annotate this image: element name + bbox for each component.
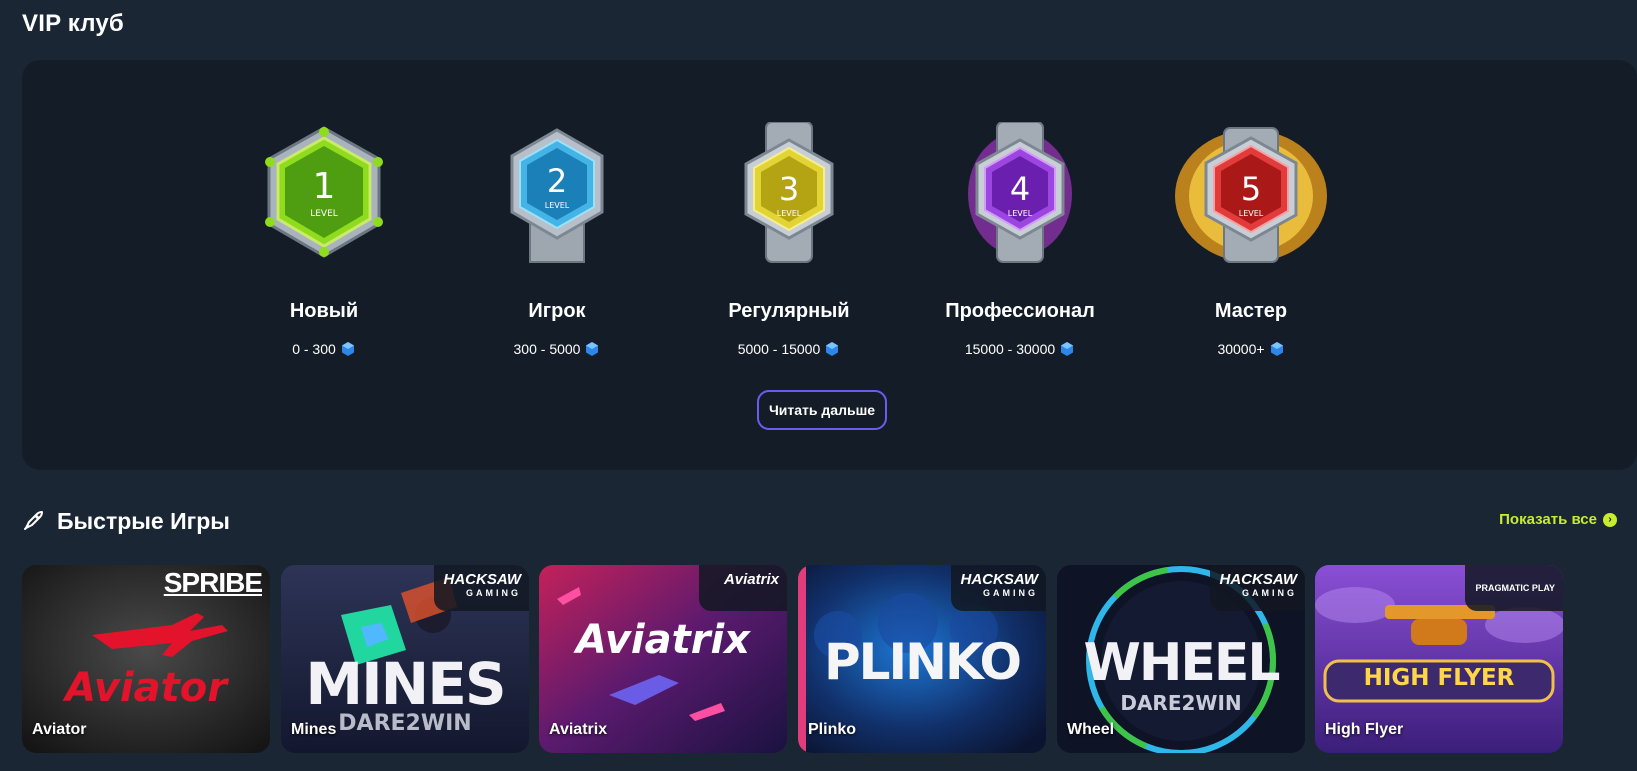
svg-text:LEVEL: LEVEL (545, 201, 570, 210)
level-4-range: 15000 - 30000 (965, 341, 1075, 357)
vip-level-2: 2 LEVEL Игрок 300 - 5000 (437, 122, 677, 357)
game-name: Aviatrix (549, 721, 608, 738)
vip-club-title: VIP клуб (22, 10, 124, 37)
quick-games-title: Быстрые Игры (57, 508, 230, 534)
vip-level-4: 4 LEVEL Профессионал 15000 - 30000 (900, 122, 1140, 357)
gem-icon (826, 342, 839, 356)
game-card-wheel[interactable]: WHEEL DARE2WIN HACKSAW GAMING Wheel (1057, 565, 1305, 753)
level-1-range-text: 0 - 300 (292, 341, 336, 357)
level-5-range: 30000+ (1217, 341, 1284, 357)
level-4-name: Профессионал (945, 300, 1095, 322)
provider-logo-spribe: SPRIBE (163, 567, 263, 598)
level-1-badge-icon: 1 LEVEL (265, 126, 383, 258)
svg-text:2: 2 (547, 162, 567, 200)
game-name: Aviator (32, 721, 87, 738)
gem-icon (586, 342, 599, 356)
gem-icon (1270, 342, 1283, 356)
provider-logo-hacksaw: HACKSAW GAMING (950, 565, 1046, 611)
level-2-name: Игрок (528, 300, 586, 322)
quick-games-list: Aviator SPRIBE Aviator MINES DARE2WIN HA… (22, 565, 1637, 755)
provider-logo-hacksaw: HACKSAW GAMING (433, 565, 529, 611)
svg-text:4: 4 (1010, 170, 1030, 208)
high-flyer-logo: HIGH FLYER (1363, 665, 1515, 691)
level-3-name: Регулярный (728, 300, 850, 322)
svg-text:LEVEL: LEVEL (1008, 209, 1033, 218)
game-name: High Flyer (1325, 721, 1404, 738)
game-card-plinko[interactable]: PLINKO HACKSAW GAMING Plinko (798, 565, 1046, 753)
vip-panel: 1 LEVEL Новый 0 - 300 2 LEVEL Игрок 300 … (22, 60, 1637, 470)
provider-logo-pragmatic-play: PRAGMATIC PLAY (1465, 565, 1563, 611)
chevron-right-circle-icon: › (1603, 512, 1617, 527)
vip-level-1: 1 LEVEL Новый 0 - 300 (204, 122, 444, 357)
level-5-badge-icon: 5 LEVEL (1175, 127, 1327, 263)
level-4-badge-icon: 4 LEVEL (968, 122, 1072, 263)
svg-text:3: 3 (779, 170, 799, 208)
level-2-range-text: 300 - 5000 (513, 341, 581, 357)
svg-text:5: 5 (1241, 170, 1261, 208)
game-card-aviator[interactable]: Aviator SPRIBE Aviator (22, 565, 270, 753)
svg-text:LEVEL: LEVEL (777, 209, 802, 218)
wheel-logo-sub: DARE2WIN (1120, 691, 1242, 715)
plinko-logo: PLINKO (824, 633, 1022, 691)
level-5-range-text: 30000+ (1217, 341, 1265, 357)
svg-text:LEVEL: LEVEL (1239, 209, 1264, 218)
level-1-range: 0 - 300 (292, 341, 356, 357)
show-all-label: Показать все (1499, 511, 1597, 528)
level-1-name: Новый (289, 300, 359, 322)
game-name: Mines (291, 721, 337, 738)
show-all-link[interactable]: Показать все › (1499, 511, 1617, 528)
vip-level-3: 3 LEVEL Регулярный 5000 - 15000 (669, 122, 909, 357)
vip-level-5: 5 LEVEL Мастер 30000+ (1131, 122, 1371, 357)
gem-icon (341, 342, 354, 356)
wheel-logo: WHEEL (1083, 633, 1280, 693)
quick-games-header: Быстрые Игры Показать все › (22, 508, 1617, 540)
rocket-icon (24, 511, 43, 530)
provider-logo-aviatrix: Aviatrix (699, 565, 787, 611)
game-card-high-flyer[interactable]: HIGH FLYER PRAGMATIC PLAY High Flyer (1315, 565, 1563, 753)
level-3-range: 5000 - 15000 (738, 341, 841, 357)
level-3-range-text: 5000 - 15000 (737, 341, 821, 357)
game-card-aviatrix[interactable]: Aviatrix Aviatrix Aviatrix (539, 565, 787, 753)
game-card-mines[interactable]: MINES DARE2WIN HACKSAW GAMING Mines (281, 565, 529, 753)
level-3-badge-icon: 3 LEVEL (744, 122, 834, 263)
level-2-range: 300 - 5000 (514, 341, 601, 357)
level-5-name: Мастер (1214, 300, 1288, 322)
level-4-range-text: 15000 - 30000 (964, 341, 1056, 357)
svg-text:LEVEL: LEVEL (310, 209, 338, 219)
aviator-logo: Aviator (65, 665, 227, 711)
page: VIP клуб 1 LEVEL Новый 0 - 300 2 LEVEL И… (0, 0, 1637, 771)
aviatrix-logo: Aviatrix (576, 617, 750, 663)
read-more-button[interactable]: Читать дальше (757, 390, 887, 430)
svg-text:1: 1 (313, 166, 336, 207)
level-2-badge-icon: 2 LEVEL (510, 128, 604, 263)
mines-logo: MINES (305, 650, 506, 718)
gem-icon (1061, 342, 1074, 356)
game-name: Wheel (1067, 721, 1115, 738)
game-name: Plinko (808, 721, 857, 738)
provider-logo-hacksaw: HACKSAW GAMING (1209, 565, 1305, 611)
